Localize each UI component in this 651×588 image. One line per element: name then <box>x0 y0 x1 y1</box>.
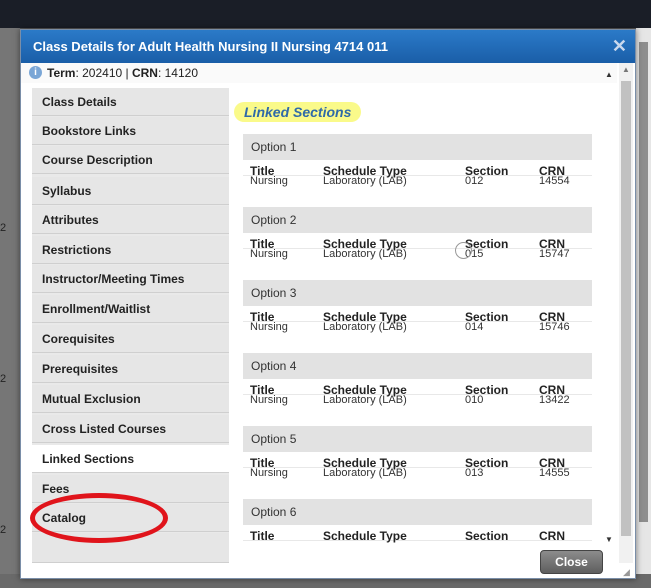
linked-option: Option 6 Title Schedule Type Section CRN <box>243 499 592 548</box>
column-header: Section <box>465 529 509 543</box>
table-cell: Nursing <box>250 248 288 260</box>
option-header: Option 2 <box>243 207 592 233</box>
sidebar-item-attributes[interactable]: Attributes <box>32 206 229 234</box>
term-value: : 202410 | <box>75 66 132 80</box>
linked-option: Option 5 Title Nursing Schedule Type Laborat… <box>243 426 592 490</box>
linked-option: Option 2 Title Nursing Schedule Type Laborat… <box>243 207 592 271</box>
option-header: Option 3 <box>243 280 592 306</box>
table-cell: 012 <box>465 175 484 187</box>
option-header: Option 6 <box>243 499 592 525</box>
background-edge-text: 2 <box>0 373 7 385</box>
term-label: Term <box>47 66 76 80</box>
linked-option: Option 1 Title Nursing Schedule Type Laborat… <box>243 134 592 198</box>
sidebar-item-instructor-meeting-times[interactable]: Instructor/Meeting Times <box>32 265 229 293</box>
term-info-row: i Term: 202410 | CRN: 14120 <box>21 63 617 83</box>
table-cell: Laboratory (LAB) <box>323 467 407 479</box>
table-cell: Laboratory (LAB) <box>323 394 407 406</box>
table-cell: Nursing <box>250 394 288 406</box>
option-header: Option 1 <box>243 134 592 160</box>
column-header: Title <box>250 529 275 543</box>
section-heading: Linked Sections <box>234 102 362 122</box>
dialog-scrollbar[interactable]: ▲ <box>619 63 633 563</box>
info-icon: i <box>29 66 42 79</box>
linked-sections-panel: Linked Sections Option 1 Title Nursing Sche… <box>229 88 604 548</box>
sidebar-item-fees[interactable]: Fees <box>32 475 229 503</box>
sidebar-item-restrictions[interactable]: Restrictions <box>32 236 229 264</box>
sidebar-item-syllabus[interactable]: Syllabus <box>32 177 229 205</box>
dialog-title: Class Details for Adult Health Nursing I… <box>33 39 388 54</box>
table-cell: Nursing <box>250 175 288 187</box>
table-cell: 014 <box>465 321 484 333</box>
loading-spinner-icon <box>455 242 472 259</box>
column-header: CRN <box>539 529 565 543</box>
sidebar-item-cross-listed-courses[interactable]: Cross Listed Courses <box>32 415 229 443</box>
linked-option: Option 3 Title Nursing Schedule Type Laborat… <box>243 280 592 344</box>
option-header: Option 5 <box>243 426 592 452</box>
column-header: Schedule Type <box>323 529 407 543</box>
class-details-dialog: Class Details for Adult Health Nursing I… <box>20 29 636 579</box>
sidebar-item-corequisites[interactable]: Corequisites <box>32 325 229 353</box>
table-cell: Laboratory (LAB) <box>323 248 407 260</box>
background-edge-text: 2 <box>0 222 7 234</box>
table-cell: 14554 <box>539 175 570 187</box>
background-top-bar <box>0 0 651 28</box>
sidebar-item-bookstore-links[interactable]: Bookstore Links <box>32 117 229 145</box>
dialog-titlebar: Class Details for Adult Health Nursing I… <box>21 30 635 63</box>
sidebar-item-prerequisites[interactable]: Prerequisites <box>32 355 229 383</box>
close-icon[interactable]: ✕ <box>612 36 627 57</box>
page-scrollbar-thumb[interactable] <box>639 42 648 522</box>
sidebar-item-enrollment-waitlist[interactable]: Enrollment/Waitlist <box>32 295 229 323</box>
table-cell: Laboratory (LAB) <box>323 175 407 187</box>
sidebar-item-linked-sections[interactable]: Linked Sections <box>32 445 242 473</box>
option-header: Option 4 <box>243 353 592 379</box>
page-scrollbar[interactable] <box>636 28 651 574</box>
table-cell: 013 <box>465 467 484 479</box>
linked-option: Option 4 Title Nursing Schedule Type Laborat… <box>243 353 592 417</box>
crn-label: CRN <box>131 66 158 80</box>
table-cell: 15747 <box>539 248 570 260</box>
sidebar-empty-slot <box>32 533 229 563</box>
crn-value: : 14120 <box>157 66 198 80</box>
close-button[interactable]: Close <box>540 550 603 574</box>
table-cell: Nursing <box>250 467 288 479</box>
table-cell: 13422 <box>539 394 570 406</box>
sidebar-nav: Class Details Bookstore Links Course Des… <box>30 88 242 563</box>
sidebar-item-class-details[interactable]: Class Details <box>32 88 229 116</box>
background-left-strip: 2 2 2 <box>0 28 20 588</box>
table-cell: 15746 <box>539 321 570 333</box>
sidebar-item-catalog[interactable]: Catalog <box>32 504 229 532</box>
scrollbar-up-arrow-icon[interactable]: ▲ <box>622 65 630 74</box>
background-edge-text: 2 <box>0 524 7 536</box>
sidebar-item-mutual-exclusion[interactable]: Mutual Exclusion <box>32 385 229 413</box>
sidebar-item-course-description[interactable]: Course Description <box>32 146 229 174</box>
scroll-down-arrow-icon[interactable]: ▼ <box>605 535 613 544</box>
resize-grip-icon[interactable]: ◢ <box>623 567 633 577</box>
table-cell: 14555 <box>539 467 570 479</box>
dialog-scrollbar-thumb[interactable] <box>621 81 631 536</box>
table-cell: Laboratory (LAB) <box>323 321 407 333</box>
scroll-up-arrow-icon[interactable]: ▲ <box>605 70 613 79</box>
table-cell: Nursing <box>250 321 288 333</box>
table-cell: 010 <box>465 394 484 406</box>
